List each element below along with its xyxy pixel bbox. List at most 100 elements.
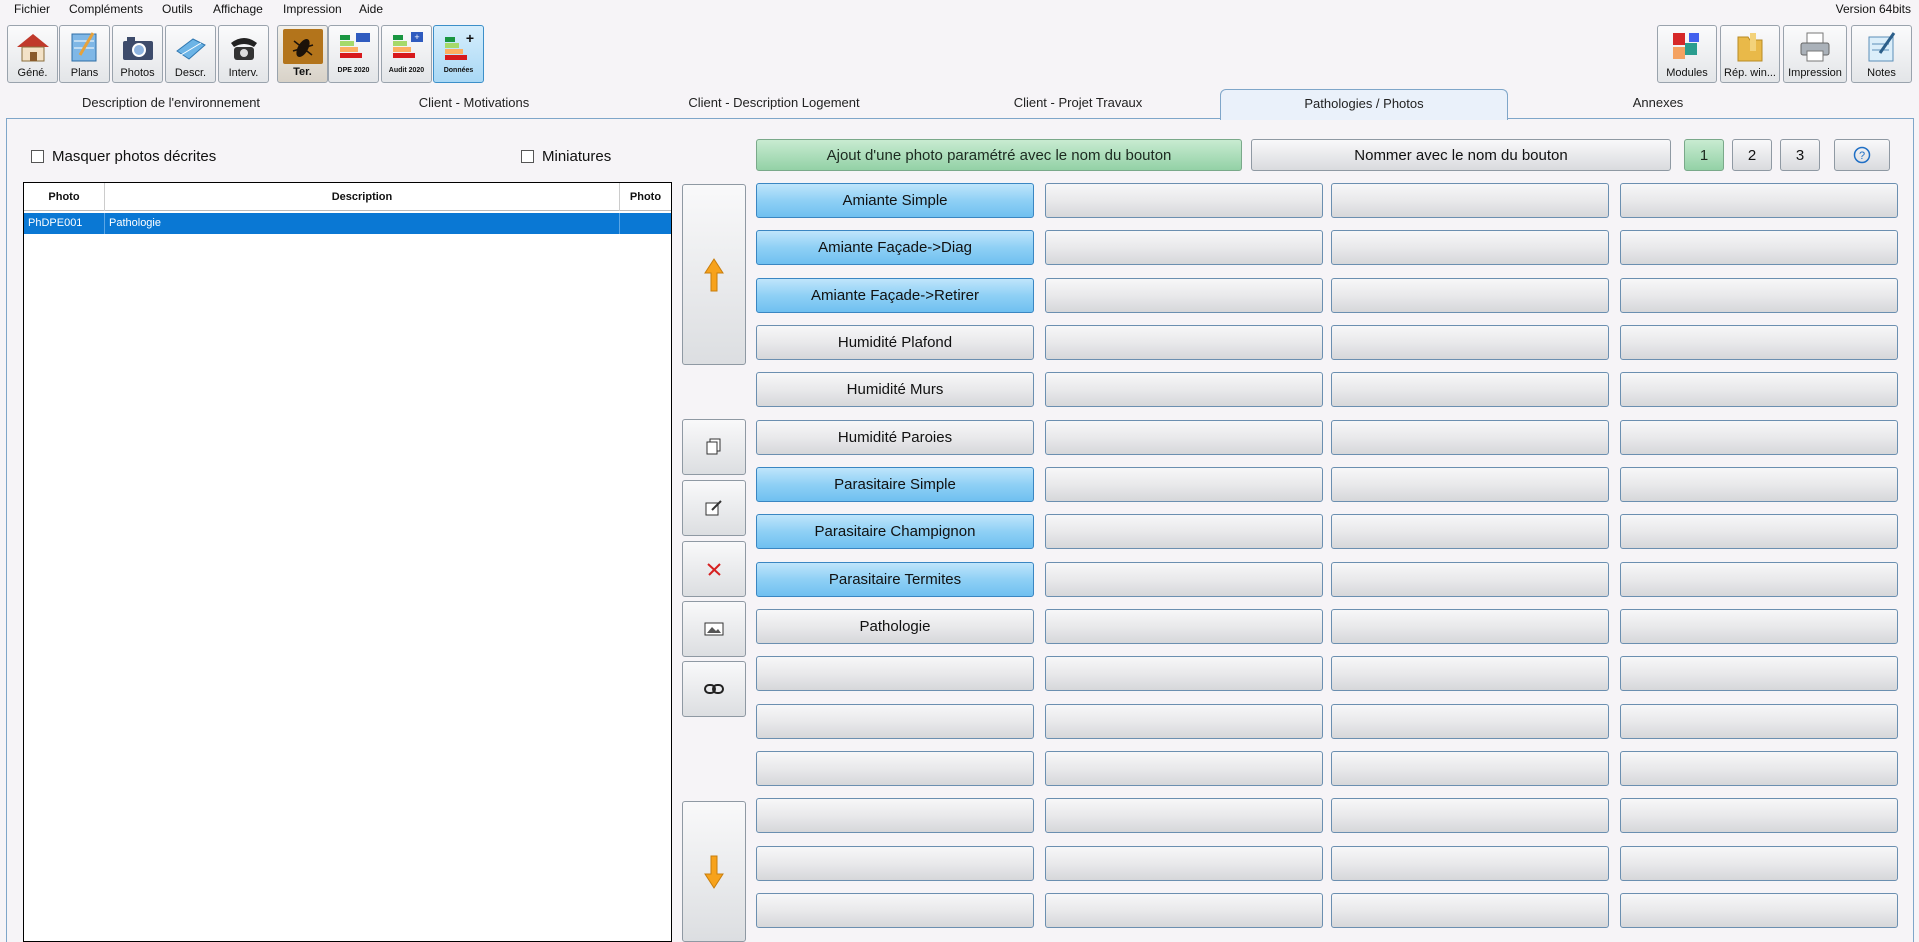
hide-described-box[interactable] [31, 150, 44, 163]
edit-button[interactable] [682, 480, 746, 536]
move-down-button[interactable] [682, 801, 746, 942]
toolbar-photos-button[interactable]: Photos [112, 25, 163, 83]
empty-photo-button[interactable] [1620, 372, 1898, 407]
empty-photo-button[interactable] [1331, 562, 1609, 597]
photo-category-button[interactable]: Amiante Façade->Diag [756, 230, 1034, 265]
photo-category-button[interactable] [756, 704, 1034, 739]
hide-described-checkbox[interactable]: Masquer photos décrites [31, 148, 216, 165]
empty-photo-button[interactable] [1045, 325, 1323, 360]
empty-photo-button[interactable] [1045, 704, 1323, 739]
move-up-button[interactable] [682, 184, 746, 365]
thumbnails-box[interactable] [521, 150, 534, 163]
empty-photo-button[interactable] [1331, 704, 1609, 739]
empty-photo-button[interactable] [1331, 183, 1609, 218]
empty-photo-button[interactable] [1045, 656, 1323, 691]
page-3-button[interactable]: 3 [1780, 139, 1820, 171]
empty-photo-button[interactable] [1620, 230, 1898, 265]
tab-pathologies-photos[interactable]: Pathologies / Photos [1220, 89, 1508, 120]
photo-category-button[interactable]: Parasitaire Termites [756, 562, 1034, 597]
empty-photo-button[interactable] [1620, 325, 1898, 360]
photo-category-button[interactable]: Parasitaire Champignon [756, 514, 1034, 549]
col-description[interactable]: Description [105, 183, 620, 211]
thumbnails-checkbox[interactable]: Miniatures [521, 148, 611, 165]
empty-photo-button[interactable] [1620, 183, 1898, 218]
empty-photo-button[interactable] [1620, 846, 1898, 881]
empty-photo-button[interactable] [1331, 420, 1609, 455]
toolbar-repwin-button[interactable]: Rép. win... [1720, 25, 1780, 83]
toolbar-gene-button[interactable]: Géné. [7, 25, 58, 83]
empty-photo-button[interactable] [1045, 183, 1323, 218]
empty-photo-button[interactable] [1620, 467, 1898, 502]
page-2-button[interactable]: 2 [1732, 139, 1772, 171]
link-button[interactable] [682, 661, 746, 717]
empty-photo-button[interactable] [1331, 846, 1609, 881]
col-photo-2[interactable]: Photo [620, 183, 671, 211]
toolbar-notes-button[interactable]: Notes [1851, 25, 1912, 83]
photo-category-button[interactable]: Parasitaire Simple [756, 467, 1034, 502]
empty-photo-button[interactable] [1045, 751, 1323, 786]
empty-photo-button[interactable] [1045, 514, 1323, 549]
menu-affichage[interactable]: Affichage [213, 2, 263, 16]
delete-button[interactable] [682, 541, 746, 597]
empty-photo-button[interactable] [1620, 656, 1898, 691]
empty-photo-button[interactable] [1620, 562, 1898, 597]
tab-client-motivations[interactable]: Client - Motivations [336, 89, 612, 119]
empty-photo-button[interactable] [1620, 893, 1898, 928]
toolbar-plans-button[interactable]: Plans [59, 25, 110, 83]
toolbar-audit2020-button[interactable]: + Audit 2020 [381, 25, 432, 83]
menu-complements[interactable]: Compléments [69, 2, 143, 16]
table-row[interactable]: PhDPE001 Pathologie [24, 213, 671, 234]
empty-photo-button[interactable] [1045, 798, 1323, 833]
empty-photo-button[interactable] [1620, 420, 1898, 455]
photo-category-button[interactable]: Humidité Plafond [756, 325, 1034, 360]
empty-photo-button[interactable] [1045, 893, 1323, 928]
empty-photo-button[interactable] [1620, 609, 1898, 644]
empty-photo-button[interactable] [1620, 704, 1898, 739]
empty-photo-button[interactable] [1045, 846, 1323, 881]
photo-category-button[interactable]: Pathologie [756, 609, 1034, 644]
empty-photo-button[interactable] [1331, 467, 1609, 502]
toolbar-interv-button[interactable]: Interv. [218, 25, 269, 83]
empty-photo-button[interactable] [1331, 656, 1609, 691]
copy-button[interactable] [682, 419, 746, 475]
empty-photo-button[interactable] [1331, 798, 1609, 833]
menu-fichier[interactable]: Fichier [14, 2, 50, 16]
empty-photo-button[interactable] [1331, 514, 1609, 549]
image-button[interactable] [682, 601, 746, 657]
toolbar-modules-button[interactable]: Modules [1657, 25, 1717, 83]
empty-photo-button[interactable] [1331, 751, 1609, 786]
photo-category-button[interactable] [756, 846, 1034, 881]
empty-photo-button[interactable] [1045, 562, 1323, 597]
col-photo[interactable]: Photo [24, 183, 105, 211]
photo-category-button[interactable]: Humidité Murs [756, 372, 1034, 407]
toolbar-impression-button[interactable]: Impression [1783, 25, 1847, 83]
photo-category-button[interactable]: Amiante Simple [756, 183, 1034, 218]
empty-photo-button[interactable] [1620, 278, 1898, 313]
empty-photo-button[interactable] [1045, 278, 1323, 313]
empty-photo-button[interactable] [1331, 609, 1609, 644]
tab-description-environnement[interactable]: Description de l'environnement [6, 89, 336, 119]
toolbar-ter-button[interactable]: Ter. [277, 25, 328, 83]
tab-annexes[interactable]: Annexes [1508, 89, 1808, 119]
photo-category-button[interactable] [756, 751, 1034, 786]
toolbar-descr-button[interactable]: Descr. [165, 25, 216, 83]
empty-photo-button[interactable] [1331, 893, 1609, 928]
add-photo-button[interactable]: Ajout d'une photo paramétré avec le nom … [756, 139, 1242, 171]
empty-photo-button[interactable] [1045, 609, 1323, 644]
page-1-button[interactable]: 1 [1684, 139, 1724, 171]
menu-impression[interactable]: Impression [283, 2, 342, 16]
tab-client-projet-travaux[interactable]: Client - Projet Travaux [936, 89, 1220, 119]
empty-photo-button[interactable] [1045, 372, 1323, 407]
photo-category-button[interactable] [756, 656, 1034, 691]
empty-photo-button[interactable] [1331, 230, 1609, 265]
toolbar-dpe2020-button[interactable]: DPE 2020 [328, 25, 379, 83]
photo-category-button[interactable] [756, 893, 1034, 928]
photo-category-button[interactable]: Humidité Paroies [756, 420, 1034, 455]
empty-photo-button[interactable] [1620, 514, 1898, 549]
photo-table[interactable]: Photo Description Photo PhDPE001 Patholo… [23, 182, 672, 942]
menu-outils[interactable]: Outils [162, 2, 193, 16]
help-button[interactable]: ? [1834, 139, 1890, 171]
empty-photo-button[interactable] [1045, 420, 1323, 455]
menu-aide[interactable]: Aide [359, 2, 383, 16]
photo-category-button[interactable]: Amiante Façade->Retirer [756, 278, 1034, 313]
